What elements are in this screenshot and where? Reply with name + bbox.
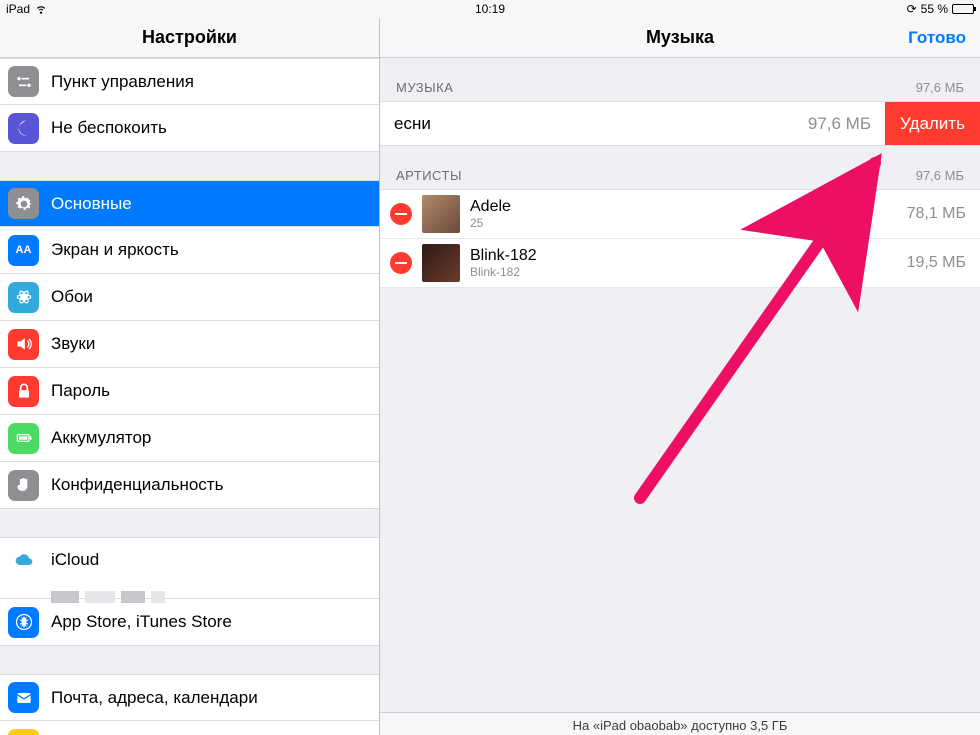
sidebar-item-mail[interactable]: Почта, адреса, календари <box>0 674 379 721</box>
speaker-icon <box>8 329 39 360</box>
control-center-icon <box>8 66 39 97</box>
delete-button[interactable]: Удалить <box>885 102 980 145</box>
sidebar-item-sounds[interactable]: Звуки <box>0 321 379 368</box>
sidebar-item-icloud[interactable]: iCloud <box>0 537 379 599</box>
sidebar-item-label: Почта, адреса, календари <box>51 688 363 708</box>
sidebar-item-label: Основные <box>51 194 363 214</box>
battery-icon <box>8 423 39 454</box>
appstore-icon <box>8 607 39 638</box>
sidebar-item-general[interactable]: Основные <box>0 180 379 227</box>
settings-sidebar: Настройки Пункт управления Не беспокоить… <box>0 18 380 735</box>
sidebar-item-label: Обои <box>51 287 363 307</box>
sidebar-item-display[interactable]: AA Экран и яркость <box>0 227 379 274</box>
sidebar-item-notes[interactable]: Заметки <box>0 721 379 735</box>
delete-toggle-icon[interactable] <box>390 203 412 225</box>
all-songs-row[interactable]: есни 97,6 МБ Удалить <box>380 101 980 146</box>
sidebar-header: Настройки <box>0 18 379 58</box>
section-size-text: 97,6 МБ <box>916 168 964 183</box>
lock-icon <box>8 376 39 407</box>
detail-pane: Музыка Готово МУЗЫКА 97,6 МБ есни 97,6 М… <box>380 18 980 735</box>
artist-row[interactable]: Adele 25 78,1 МБ <box>380 190 980 239</box>
storage-footer: На «iPad obaobab» доступно 3,5 ГБ <box>380 712 980 735</box>
flower-icon <box>8 282 39 313</box>
artist-size: 78,1 МБ <box>907 205 966 223</box>
delete-toggle-icon[interactable] <box>390 252 412 274</box>
artist-name: Blink-182 <box>470 247 897 265</box>
sidebar-item-label: Конфиденциальность <box>51 475 363 495</box>
sidebar-item-label: App Store, iTunes Store <box>51 612 363 632</box>
status-time: 10:19 <box>0 2 980 16</box>
battery-text: 55 % <box>921 2 948 16</box>
sidebar-item-label: Экран и яркость <box>51 240 363 260</box>
sidebar-item-dnd[interactable]: Не беспокоить <box>0 105 379 152</box>
moon-icon <box>8 113 39 144</box>
hand-icon <box>8 470 39 501</box>
device-name: iPad <box>6 2 30 16</box>
wifi-icon <box>34 1 48 18</box>
section-music: МУЗЫКА 97,6 МБ <box>380 58 980 101</box>
status-bar: iPad 10:19 ⟳ 55 % <box>0 0 980 18</box>
rotation-lock-icon: ⟳ <box>907 2 917 16</box>
sidebar-item-label: Звуки <box>51 334 363 354</box>
sidebar-item-label: Не беспокоить <box>51 118 363 138</box>
sidebar-item-control-center[interactable]: Пункт управления <box>0 58 379 105</box>
section-label-text: МУЗЫКА <box>396 80 453 95</box>
sidebar-item-passcode[interactable]: Пароль <box>0 368 379 415</box>
detail-title: Музыка <box>646 27 714 48</box>
section-label-text: АРТИСТЫ <box>396 168 462 183</box>
sidebar-title: Настройки <box>142 27 237 48</box>
sidebar-item-privacy[interactable]: Конфиденциальность <box>0 462 379 509</box>
artist-thumbnail <box>422 244 460 282</box>
sidebar-item-wallpaper[interactable]: Обои <box>0 274 379 321</box>
artist-subtitle: Blink-182 <box>470 265 897 279</box>
sidebar-item-label: iCloud <box>51 550 363 570</box>
gear-icon <box>8 188 39 219</box>
artist-subtitle: 25 <box>470 216 897 230</box>
sidebar-item-label: Аккумулятор <box>51 428 363 448</box>
sidebar-item-appstore[interactable]: App Store, iTunes Store <box>0 599 379 646</box>
text-size-icon: AA <box>8 235 39 266</box>
sidebar-item-battery[interactable]: Аккумулятор <box>0 415 379 462</box>
icloud-account-text <box>51 591 363 603</box>
sidebar-item-label: Пункт управления <box>51 72 363 92</box>
section-artists: АРТИСТЫ 97,6 МБ <box>380 146 980 189</box>
done-button[interactable]: Готово <box>908 18 966 58</box>
sidebar-item-label: Пароль <box>51 381 363 401</box>
battery-icon <box>952 4 974 14</box>
detail-header: Музыка Готово <box>380 18 980 58</box>
notes-icon <box>8 729 39 735</box>
artist-thumbnail <box>422 195 460 233</box>
all-songs-size: 97,6 МБ <box>808 114 871 134</box>
all-songs-label: есни <box>394 114 431 134</box>
artist-size: 19,5 МБ <box>907 254 966 272</box>
mail-icon <box>8 682 39 713</box>
artist-name: Adele <box>470 198 897 216</box>
section-size-text: 97,6 МБ <box>916 80 964 95</box>
artist-row[interactable]: Blink-182 Blink-182 19,5 МБ <box>380 239 980 288</box>
cloud-icon <box>8 544 39 575</box>
